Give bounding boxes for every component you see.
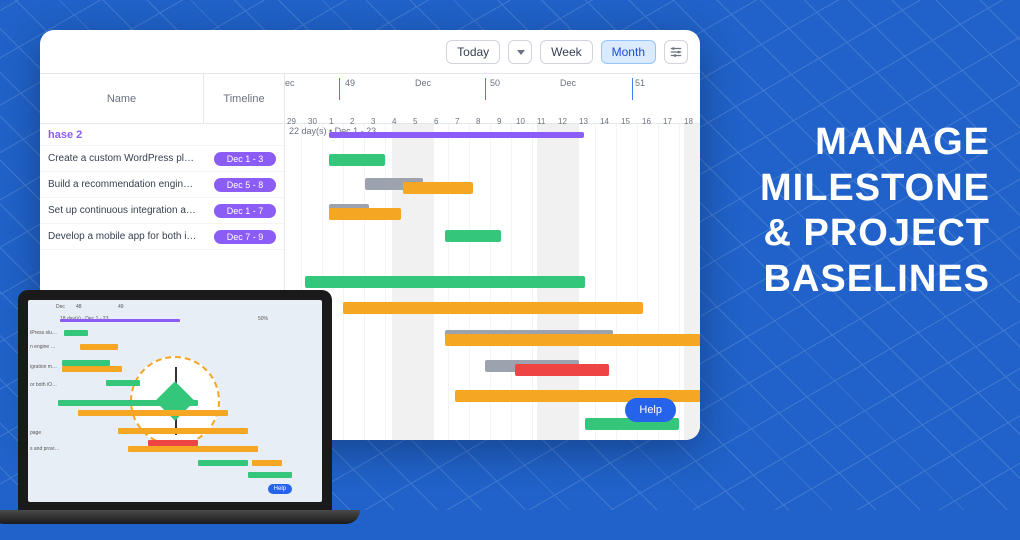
gantt-bar[interactable] bbox=[329, 154, 385, 166]
help-button[interactable]: Help bbox=[625, 398, 676, 422]
today-dropdown[interactable] bbox=[508, 40, 532, 64]
task-row[interactable]: Develop a mobile app for both iO… Dec 7 -… bbox=[40, 224, 284, 250]
settings-button[interactable] bbox=[664, 40, 688, 64]
task-row[interactable]: Build a recommendation engine … Dec 5 - 8 bbox=[40, 172, 284, 198]
month-button[interactable]: Month bbox=[601, 40, 656, 64]
gantt-bar[interactable] bbox=[329, 208, 401, 220]
today-label: Today bbox=[457, 45, 489, 59]
gantt-bar[interactable] bbox=[445, 334, 700, 346]
sliders-icon bbox=[669, 45, 683, 59]
column-name: Name bbox=[40, 74, 204, 123]
task-date-pill: Dec 1 - 7 bbox=[214, 204, 276, 218]
phase-row[interactable]: hase 2 bbox=[40, 124, 284, 146]
gantt-bar[interactable] bbox=[445, 230, 501, 242]
gantt-bar[interactable] bbox=[343, 302, 643, 314]
column-timeline: Timeline bbox=[204, 74, 284, 123]
task-name: Set up continuous integration an… bbox=[40, 205, 206, 216]
gantt-timeline-header: ec49Dec50Dec51 2930123456789101112131415… bbox=[285, 74, 700, 124]
gantt-bar[interactable] bbox=[305, 276, 585, 288]
task-row[interactable]: Set up continuous integration an… Dec 1 -… bbox=[40, 198, 284, 224]
week-button[interactable]: Week bbox=[540, 40, 592, 64]
headline-line: MANAGE bbox=[760, 120, 990, 166]
task-date-pill: Dec 1 - 3 bbox=[214, 152, 276, 166]
headline-line: BASELINES bbox=[760, 257, 990, 303]
gantt-bar[interactable] bbox=[515, 364, 609, 376]
help-button-mini[interactable]: Help bbox=[268, 484, 292, 494]
task-row[interactable]: Create a custom WordPress plu… Dec 1 - 3 bbox=[40, 146, 284, 172]
task-name: Build a recommendation engine … bbox=[40, 179, 206, 190]
gantt-bar[interactable] bbox=[403, 182, 473, 194]
marketing-headline: MANAGE MILESTONE & PROJECT BASELINES bbox=[760, 120, 990, 302]
headline-line: MILESTONE bbox=[760, 166, 990, 212]
chevron-down-icon bbox=[517, 50, 525, 55]
task-name: Develop a mobile app for both iO… bbox=[40, 231, 206, 242]
task-name: Create a custom WordPress plu… bbox=[40, 153, 206, 164]
gantt-bar[interactable] bbox=[329, 132, 584, 138]
task-date-pill: Dec 5 - 8 bbox=[214, 178, 276, 192]
today-button[interactable]: Today bbox=[446, 40, 500, 64]
headline-line: & PROJECT bbox=[760, 211, 990, 257]
task-date-pill: Dec 7 - 9 bbox=[214, 230, 276, 244]
toolbar: Today Week Month bbox=[40, 30, 700, 74]
laptop-mockup: Help Dec484918 day(s) · Dec 1 - 2350%tPr… bbox=[0, 290, 360, 540]
